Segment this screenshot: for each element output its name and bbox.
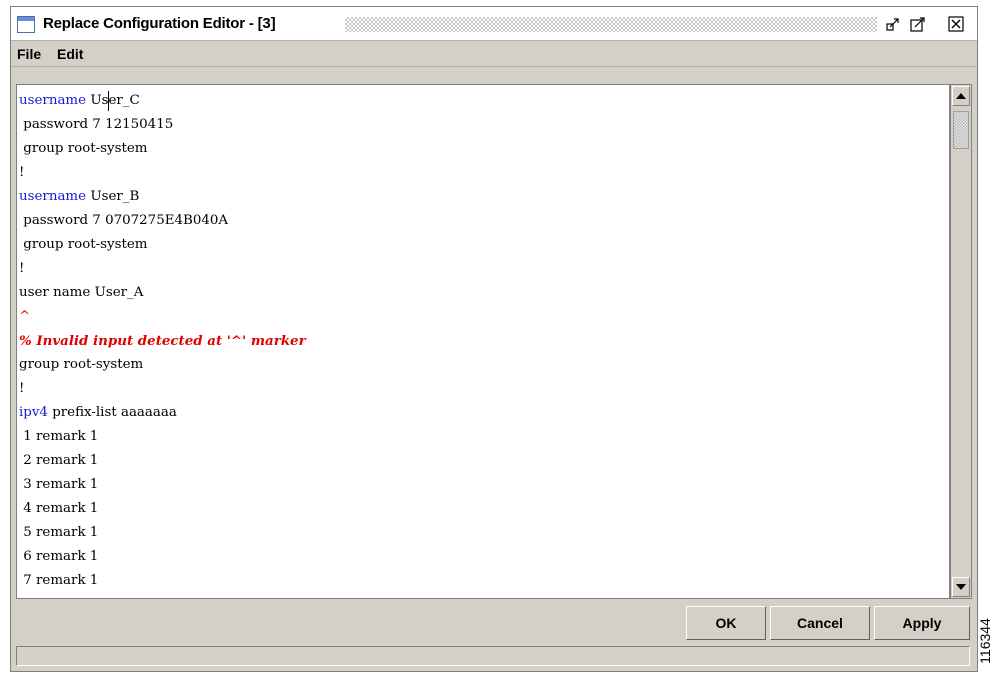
cancel-button[interactable]: Cancel — [770, 606, 870, 640]
config-line: group root-system — [17, 137, 949, 161]
config-line: ! — [17, 161, 949, 185]
config-text-editor[interactable]: username User_C password 7 12150415 grou… — [16, 84, 950, 599]
config-text: 8 remark 1 — [19, 597, 98, 598]
scroll-thumb[interactable] — [953, 111, 969, 149]
close-icon[interactable] — [947, 15, 965, 33]
vertical-scrollbar[interactable] — [950, 84, 972, 599]
window-title: Replace Configuration Editor - [3] — [43, 15, 276, 32]
text-caret — [108, 91, 109, 111]
config-text: ! — [19, 381, 25, 396]
config-line: 8 remark 1 — [17, 593, 949, 598]
config-line: ! — [17, 377, 949, 401]
config-line: 1 remark 1 — [17, 425, 949, 449]
config-text: group root-system — [19, 357, 144, 372]
config-line: 6 remark 1 — [17, 545, 949, 569]
menu-edit[interactable]: Edit — [57, 46, 83, 62]
config-line: 3 remark 1 — [17, 473, 949, 497]
config-line: password 7 0707275E4B040A — [17, 209, 949, 233]
config-text: group root-system — [19, 237, 148, 252]
config-line: 2 remark 1 — [17, 449, 949, 473]
config-text: user name User_A — [19, 285, 144, 300]
config-text: 3 remark 1 — [19, 477, 99, 492]
config-keyword: ipv4 — [19, 405, 48, 420]
window-app-icon — [17, 16, 35, 33]
config-text: User_B — [86, 189, 140, 204]
config-text: 5 remark 1 — [19, 525, 99, 540]
config-text: 6 remark 1 — [19, 549, 99, 564]
config-line: 4 remark 1 — [17, 497, 949, 521]
menu-file[interactable]: File — [17, 46, 41, 62]
scroll-up-button[interactable] — [952, 86, 970, 106]
scroll-down-button[interactable] — [952, 577, 970, 597]
config-text: prefix-list aaaaaaa — [47, 405, 177, 420]
config-text: 2 remark 1 — [19, 453, 99, 468]
config-line: group root-system — [17, 353, 949, 377]
menu-bar: File Edit — [11, 41, 977, 67]
config-line: ^ — [17, 305, 949, 329]
config-text: ^ — [19, 309, 31, 324]
config-keyword: username — [19, 93, 87, 108]
config-line: ipv4 prefix-list aaaaaaa — [17, 401, 949, 425]
config-line: 5 remark 1 — [17, 521, 949, 545]
config-line: username User_C — [17, 89, 949, 113]
arrow-up-icon — [956, 93, 966, 99]
status-bar — [16, 646, 970, 666]
config-line: 7 remark 1 — [17, 569, 949, 593]
arrow-down-icon — [956, 584, 966, 590]
title-bar[interactable]: Replace Configuration Editor - [3] — [11, 7, 977, 41]
maximize-icon[interactable] — [909, 15, 927, 33]
config-text: 1 remark 1 — [19, 429, 99, 444]
figure-id-label: 116344 — [976, 615, 1000, 670]
config-text: ! — [19, 261, 25, 276]
config-text: User_C — [86, 93, 140, 108]
dialog-button-row: OK Cancel Apply — [10, 600, 978, 644]
config-lines: username User_C password 7 12150415 grou… — [17, 89, 949, 598]
config-keyword: username — [19, 189, 87, 204]
config-line: username User_B — [17, 185, 949, 209]
config-text: password 7 0707275E4B040A — [19, 213, 229, 228]
restore-icon[interactable] — [885, 15, 903, 33]
config-text: ! — [19, 165, 25, 180]
config-line: user name User_A — [17, 281, 949, 305]
figure-id-text: 116344 — [976, 618, 993, 664]
ok-button[interactable]: OK — [686, 606, 766, 640]
config-text: % Invalid input detected at '^' marker — [19, 333, 306, 349]
config-line: password 7 12150415 — [17, 113, 949, 137]
config-text: password 7 12150415 — [19, 117, 174, 132]
config-line: % Invalid input detected at '^' marker — [17, 329, 949, 353]
config-line: group root-system — [17, 233, 949, 257]
config-line: ! — [17, 257, 949, 281]
config-text: group root-system — [19, 141, 148, 156]
config-text: 7 remark 1 — [19, 573, 99, 588]
config-text: 4 remark 1 — [19, 501, 99, 516]
apply-button[interactable]: Apply — [874, 606, 970, 640]
title-bar-pattern — [345, 17, 877, 32]
